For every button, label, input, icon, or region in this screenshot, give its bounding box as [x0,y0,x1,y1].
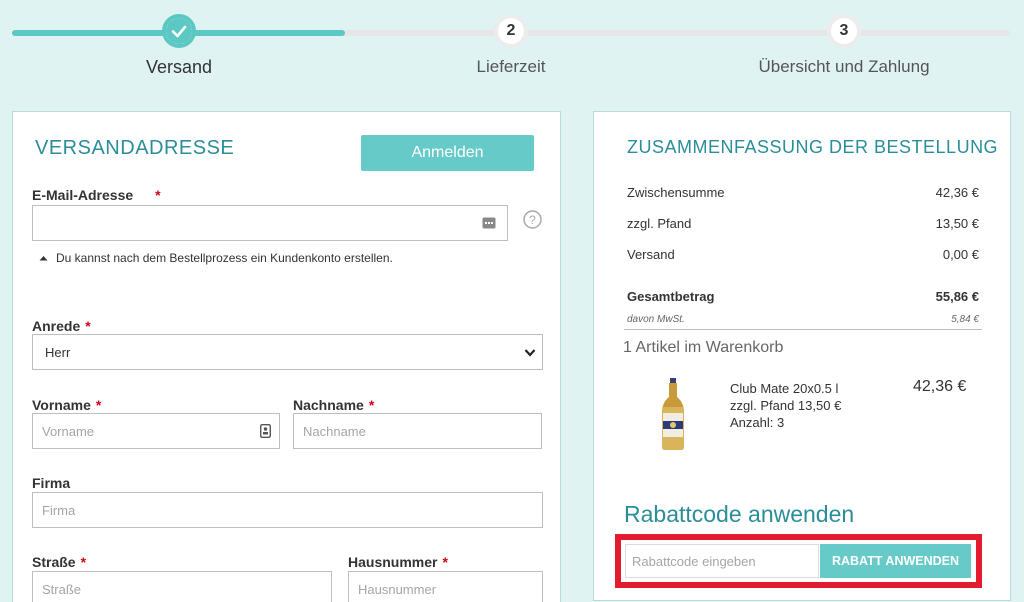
street-field[interactable]: Straße [32,571,332,602]
account-hint: Du kannst nach dem Bestellprozess ein Ku… [39,251,393,265]
required-mark: * [95,397,102,413]
help-icon[interactable]: ? [523,210,542,229]
summary-divider [624,329,982,330]
subtotal-label: Zwischensumme [627,185,725,200]
svg-text:?: ? [529,213,536,227]
coupon-title: Rabattcode anwenden [624,501,855,527]
chevron-down-icon [524,349,536,357]
required-mark: * [368,397,375,413]
email-label: E-Mail-Adresse * [32,187,161,203]
apply-coupon-button[interactable]: RABATT ANWENDEN [820,544,971,578]
subtotal-row: Zwischensumme 42,36 € [627,185,979,200]
housenumber-field[interactable]: Hausnummer [348,571,543,602]
lastname-field[interactable]: Nachname [293,413,542,449]
step-3-label[interactable]: Übersicht und Zahlung [758,57,929,77]
shipping-cost-row: Versand 0,00 € [627,247,979,262]
shipping-title: VERSANDADRESSE [35,137,235,159]
firstname-placeholder: Vorname [42,423,95,439]
lastname-label: Nachname * [293,397,374,413]
salutation-label-text: Anrede [32,318,81,334]
required-mark: * [155,187,161,203]
total-row: Gesamtbetrag 55,86 € [627,289,979,304]
checkmark-icon [166,18,192,44]
cart-item-quantity: Anzahl: 3 [730,415,785,430]
deposit-row: zzgl. Pfand 13,50 € [627,216,979,231]
firstname-label-text: Vorname [32,397,91,413]
company-label: Firma [32,475,71,491]
deposit-label: zzgl. Pfand [627,216,692,231]
housenumber-placeholder: Hausnummer [358,581,437,597]
account-hint-text: Du kannst nach dem Bestellprozess ein Ku… [56,251,393,265]
street-placeholder: Straße [42,581,82,597]
order-summary-panel: ZUSAMMENFASSUNG DER BESTELLUNG Zwischens… [593,111,1011,601]
required-mark: * [442,554,448,570]
salutation-label: Anrede * [32,318,91,334]
company-field[interactable]: Firma [32,492,543,528]
shipping-cost-label: Versand [627,247,675,262]
required-mark: * [80,554,87,570]
step-2-number: 2 [506,22,516,39]
keyboard-icon [482,217,496,229]
caret-up-icon [39,256,48,261]
salutation-select[interactable]: Herr [32,334,543,370]
housenumber-label: Hausnummer * [348,554,448,570]
cart-item-deposit: zzgl. Pfand 13,50 € [730,398,842,413]
step-3-number: 3 [839,22,849,39]
cart-item-name[interactable]: Club Mate 20x0.5 l [730,380,841,397]
shipping-address-panel: VERSANDADRESSE Anmelden E-Mail-Adresse * … [12,111,561,602]
email-label-text: E-Mail-Adresse [32,187,134,203]
login-button[interactable]: Anmelden [361,135,534,171]
firstname-field[interactable]: Vorname [32,413,280,449]
step-1-label[interactable]: Versand [146,57,212,78]
step-1-circle[interactable] [162,14,196,48]
product-image[interactable] [658,377,688,451]
contact-card-icon [260,424,271,438]
coupon-placeholder: Rabattcode eingeben [632,553,756,569]
lastname-label-text: Nachname [293,397,364,413]
lastname-placeholder: Nachname [303,423,366,439]
vat-row: davon MwSt. 5,84 € [627,314,979,325]
cart-count: 1 Artikel im Warenkorb [623,339,784,356]
step-3-circle[interactable]: 3 [827,14,861,48]
total-value: 55,86 € [935,289,979,304]
vat-label: davon MwSt. [627,314,685,325]
total-label: Gesamtbetrag [627,289,715,304]
email-field[interactable] [32,205,508,241]
cart-item-price: 42,36 € [913,378,967,395]
shipping-cost-value: 0,00 € [942,247,979,262]
step-2-label[interactable]: Lieferzeit [477,57,546,77]
vat-value: 5,84 € [951,314,979,325]
summary-title: ZUSAMMENFASSUNG DER BESTELLUNG [627,137,999,157]
company-placeholder: Firma [42,502,76,518]
housenumber-label-text: Hausnummer [348,554,438,570]
coupon-input[interactable]: Rabattcode eingeben [625,544,819,578]
subtotal-value: 42,36 € [935,185,979,200]
deposit-value: 13,50 € [935,216,979,231]
street-label-text: Straße [32,554,76,570]
step-2-circle[interactable]: 2 [494,14,528,48]
required-mark: * [85,318,91,334]
cart-item-details: Club Mate 20x0.5 l zzgl. Pfand 13,50 € A… [730,380,841,431]
salutation-value: Herr [45,344,71,360]
firstname-label: Vorname * [32,397,101,413]
coupon-highlight-box: Rabattcode eingeben RABATT ANWENDEN [615,534,982,588]
street-label: Straße * [32,554,86,570]
